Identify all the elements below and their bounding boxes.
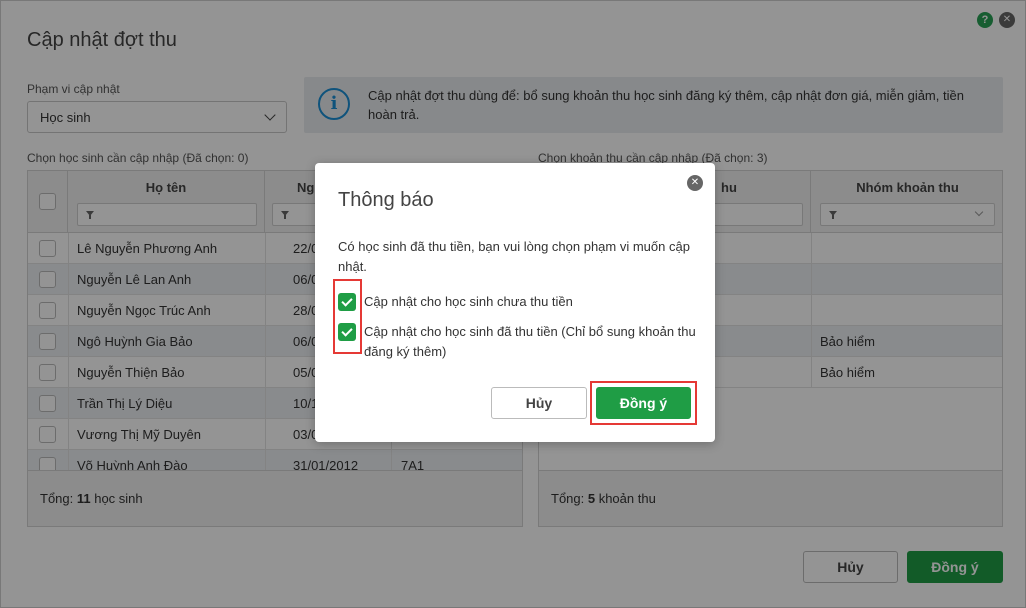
highlight-box bbox=[333, 279, 362, 354]
option-paid-checkbox[interactable] bbox=[338, 323, 356, 341]
option-paid-label: Cập nhật cho học sinh đã thu tiền (Chỉ b… bbox=[364, 324, 696, 359]
close-icon[interactable]: ✕ bbox=[687, 175, 703, 191]
option-unpaid-label: Cập nhật cho học sinh chưa thu tiền bbox=[364, 294, 573, 309]
dialog-title: Thông báo bbox=[338, 189, 434, 211]
dialog-message: Có học sinh đã thu tiền, bạn vui lòng ch… bbox=[338, 239, 690, 274]
dialog-confirm-button[interactable]: Đồng ý bbox=[596, 387, 691, 419]
dialog-cancel-button[interactable]: Hủy bbox=[491, 387, 587, 419]
option-unpaid-checkbox[interactable] bbox=[338, 293, 356, 311]
notification-dialog: Thông báo ✕ Có học sinh đã thu tiền, bạn… bbox=[315, 163, 715, 442]
